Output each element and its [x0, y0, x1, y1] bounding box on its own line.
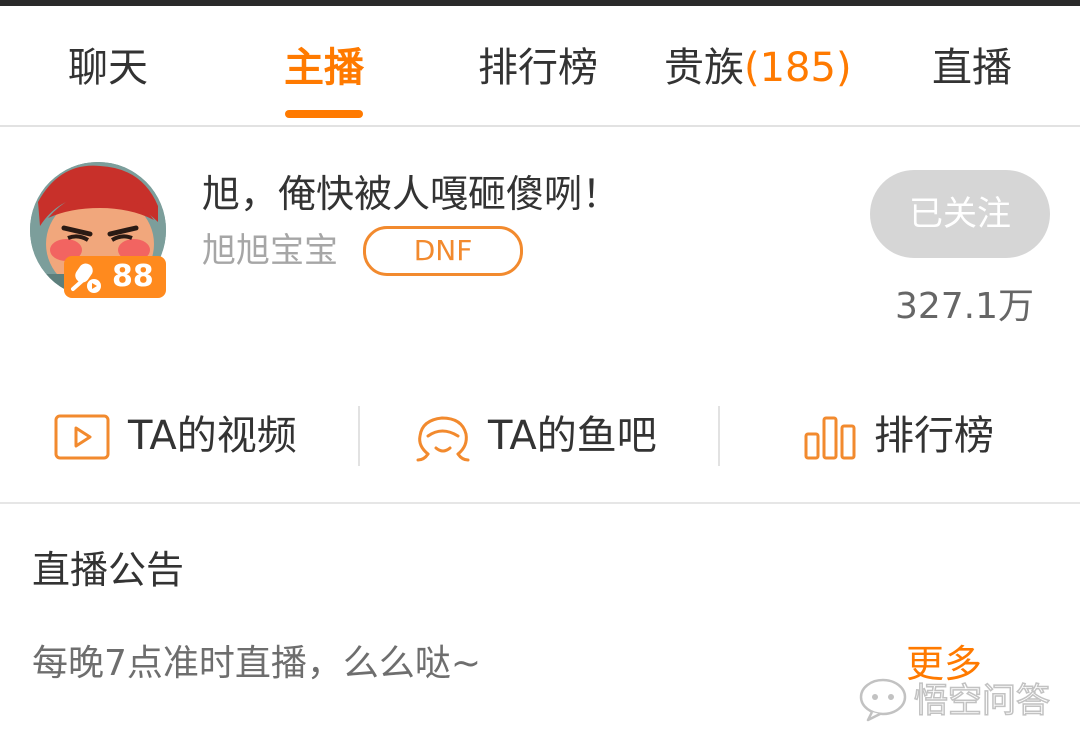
action-divider: [718, 406, 720, 466]
tab-nobles[interactable]: 贵族(185): [664, 44, 852, 92]
notice-text: 每晚7点准时直播，么么哒~: [32, 643, 482, 684]
video-icon: [54, 414, 110, 460]
action-ranking-label: 排行榜: [874, 413, 994, 459]
watermark-text: 悟空问答: [913, 680, 1051, 722]
tab-live[interactable]: 直播: [932, 44, 1012, 92]
chat-bubble-icon: [859, 678, 907, 722]
active-tab-indicator: [285, 110, 363, 118]
follow-button[interactable]: 已关注: [870, 170, 1050, 258]
tab-chat[interactable]: 聊天: [68, 44, 148, 92]
tab-ranking[interactable]: 排行榜: [478, 44, 598, 92]
watermark: 悟空问答: [858, 676, 1051, 726]
notice-title: 直播公告: [32, 548, 185, 592]
action-divider: [358, 406, 360, 466]
action-videos-label: TA的视频: [128, 413, 297, 459]
action-ranking[interactable]: 排行榜: [804, 404, 1024, 468]
action-fish-bar-label: TA的鱼吧: [488, 413, 657, 459]
follower-count: 327.1万: [894, 286, 1034, 327]
action-videos[interactable]: TA的视频: [54, 404, 314, 468]
fish-bar-icon: [416, 416, 470, 462]
anchor-level-badge: 88: [64, 256, 166, 298]
category-tag[interactable]: DNF: [363, 226, 523, 276]
room-tab-bar: 聊天 主播 排行榜 贵族(185) 直播: [0, 6, 1080, 126]
action-fish-bar[interactable]: TA的鱼吧: [414, 404, 684, 468]
nobles-count: (185): [744, 45, 852, 91]
section-divider: [0, 502, 1080, 504]
tab-nobles-label: 贵族: [664, 45, 744, 91]
room-title: 旭，俺快被人嘎砸傻咧！: [202, 172, 621, 216]
anchor-level: 88: [112, 259, 154, 294]
mic-icon: [71, 263, 101, 293]
tab-anchor[interactable]: 主播: [284, 44, 364, 92]
ranking-icon: [804, 416, 856, 460]
anchor-name: 旭旭宝宝: [202, 231, 338, 271]
tabs-divider: [0, 125, 1080, 127]
